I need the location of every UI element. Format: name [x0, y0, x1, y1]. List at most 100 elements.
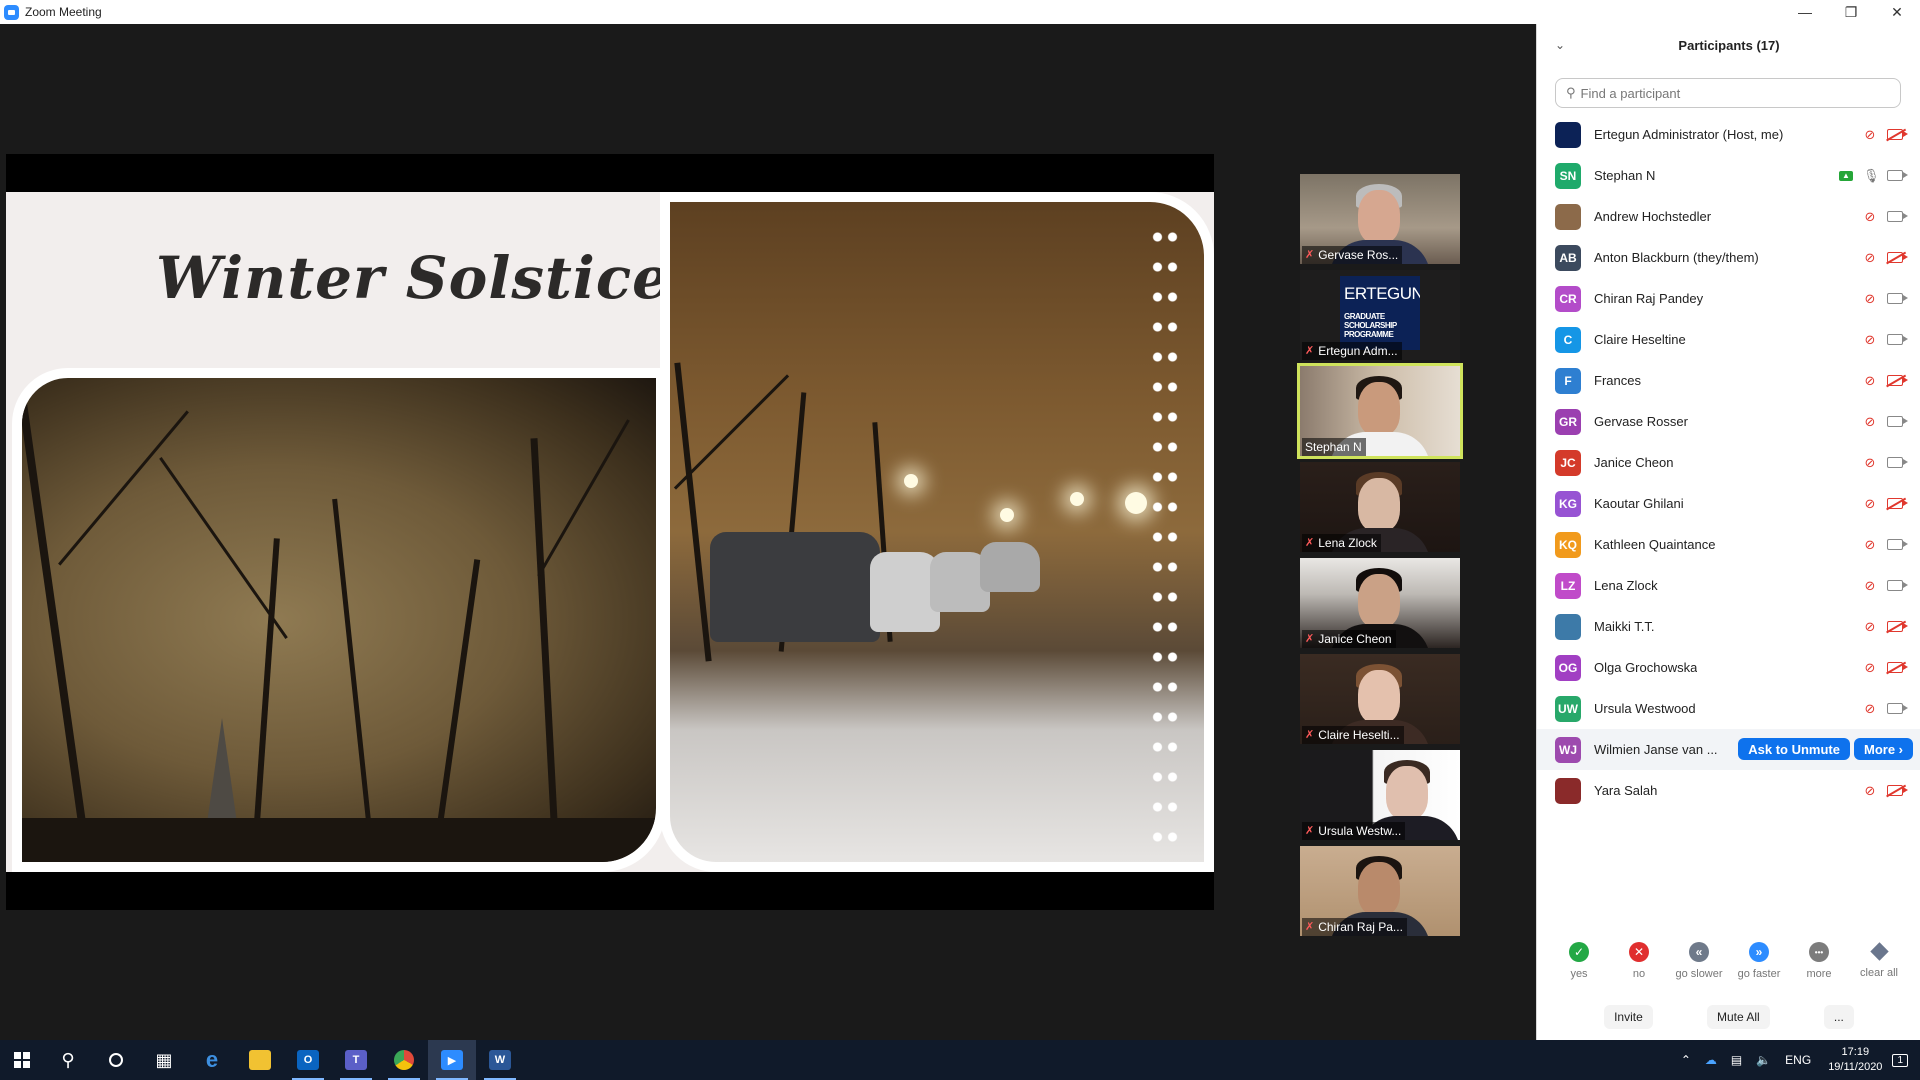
clock[interactable]: 17:19 19/11/2020: [1818, 1045, 1892, 1075]
video-tile[interactable]: ✗ Gervase Ros...: [1300, 174, 1460, 264]
reaction-icon: •••: [1809, 942, 1829, 962]
cortana-icon[interactable]: [92, 1040, 140, 1080]
more-button[interactable]: More ›: [1854, 738, 1913, 760]
muted-mic-icon: ✗: [1305, 249, 1315, 261]
video-camera-icon: [1887, 457, 1908, 468]
chevron-up-icon[interactable]: ⌃: [1674, 1053, 1698, 1067]
participant-name: Janice Cheon: [1594, 455, 1674, 470]
zoom-taskbar-icon[interactable]: ▶: [428, 1040, 476, 1080]
video-tile-name: ✗ Lena Zlock: [1302, 534, 1381, 552]
zoom-window: Zoom Meeting — ❐ ✕ Winter Solstice ✗ Ger…: [0, 0, 1920, 1080]
reaction-yes[interactable]: ✓ yes: [1551, 942, 1607, 1002]
teams-icon[interactable]: T: [332, 1040, 380, 1080]
file-explorer-icon[interactable]: [236, 1040, 284, 1080]
minimize-button[interactable]: —: [1782, 0, 1828, 24]
participant-row[interactable]: Andrew Hochstedler ⊘: [1537, 196, 1920, 237]
video-tile[interactable]: ✗ Lena Zlock: [1300, 462, 1460, 552]
word-icon[interactable]: W: [476, 1040, 524, 1080]
network-icon[interactable]: ▤: [1724, 1053, 1749, 1067]
notification-icon[interactable]: 1: [1892, 1053, 1908, 1067]
avatar: F: [1555, 367, 1581, 394]
ask-to-unmute-button[interactable]: Ask to Unmute: [1738, 738, 1850, 760]
participant-status-icons: ⊘: [1863, 360, 1908, 401]
chevron-down-icon[interactable]: ⌄: [1555, 38, 1565, 52]
microphone-muted-icon: ⊘: [1864, 536, 1876, 552]
participant-row[interactable]: JC Janice Cheon ⊘: [1537, 442, 1920, 483]
more-options-button[interactable]: ...: [1823, 1005, 1854, 1029]
video-off-icon: [1887, 252, 1908, 263]
avatar: WJ: [1555, 736, 1581, 763]
reaction-clear-all[interactable]: clear all: [1851, 942, 1907, 1002]
task-view-icon[interactable]: ▦: [140, 1040, 188, 1080]
microphone-muted-icon: ⊘: [1864, 659, 1876, 675]
screen-share-icon: ▲: [1839, 170, 1853, 181]
participant-row[interactable]: AB Anton Blackburn (they/them) ⊘: [1537, 237, 1920, 278]
participant-name: Frances: [1594, 373, 1641, 388]
reaction-no[interactable]: ✕ no: [1611, 942, 1667, 1002]
participant-status-icons: ⊘: [1863, 196, 1908, 237]
muted-mic-icon: ✗: [1305, 729, 1315, 741]
muted-mic-icon: ✗: [1305, 345, 1315, 357]
search-input[interactable]: [1580, 85, 1881, 101]
participant-name: Kaoutar Ghilani: [1594, 496, 1684, 511]
participant-row[interactable]: KG Kaoutar Ghilani ⊘: [1537, 483, 1920, 524]
participant-row[interactable]: C Claire Heseltine ⊘: [1537, 319, 1920, 360]
search-icon[interactable]: ⚲: [44, 1040, 92, 1080]
participant-row[interactable]: GR Gervase Rosser ⊘: [1537, 401, 1920, 442]
slide-photo-street: [660, 192, 1214, 872]
reaction-go-slower[interactable]: « go slower: [1671, 942, 1727, 1002]
video-camera-icon: [1887, 703, 1908, 714]
participant-row[interactable]: Yara Salah ⊘: [1537, 770, 1920, 811]
video-tile[interactable]: ✗ Chiran Raj Pa...: [1300, 846, 1460, 936]
windows-taskbar: ⚲ ▦ e O T ▶ W ⌃ ☁ ▤ 🔈 ENG 17:19 19/11/20…: [0, 1040, 1920, 1080]
mute-all-button[interactable]: Mute All: [1706, 1005, 1770, 1029]
participants-panel: ⌄ Participants (17) ⚲ Ertegun Administra…: [1536, 24, 1920, 1040]
participant-row[interactable]: Maikki T.T. ⊘: [1537, 606, 1920, 647]
muted-mic-icon: ✗: [1305, 537, 1315, 549]
microphone-muted-icon: ⊘: [1864, 618, 1876, 634]
onedrive-icon[interactable]: ☁: [1698, 1053, 1724, 1067]
reaction-go-faster[interactable]: » go faster: [1731, 942, 1787, 1002]
outlook-icon[interactable]: O: [284, 1040, 332, 1080]
avatar: KG: [1555, 490, 1581, 517]
restore-button[interactable]: ❐: [1828, 0, 1874, 24]
video-camera-icon: [1887, 539, 1908, 550]
panel-header: ⌄ Participants (17): [1537, 24, 1920, 66]
reaction-label: clear all: [1860, 967, 1898, 979]
participant-row[interactable]: OG Olga Grochowska ⊘: [1537, 647, 1920, 688]
participant-name: Ursula Westwood: [1594, 701, 1696, 716]
video-tile[interactable]: ✗ Claire Heselti...: [1300, 654, 1460, 744]
close-button[interactable]: ✕: [1874, 0, 1920, 24]
panel-footer: Invite Mute All ...: [1537, 994, 1920, 1040]
video-off-icon: [1887, 375, 1908, 386]
invite-button[interactable]: Invite: [1604, 1005, 1653, 1029]
edge-browser-icon[interactable]: e: [188, 1040, 236, 1080]
participant-row[interactable]: F Frances ⊘: [1537, 360, 1920, 401]
participant-row[interactable]: KQ Kathleen Quaintance ⊘: [1537, 524, 1920, 565]
video-tile-active-speaker[interactable]: Stephan N: [1297, 363, 1463, 459]
reaction-more[interactable]: ••• more: [1791, 942, 1847, 1002]
windows-start-icon[interactable]: [0, 1040, 44, 1080]
volume-icon[interactable]: 🔈: [1749, 1053, 1778, 1067]
participant-row[interactable]: WJ Wilmien Janse van ... Ask to Unmute More…: [1537, 729, 1920, 770]
video-tile[interactable]: ERTEGUN GRADUATE SCHOLARSHIP PROGRAMME ✗ Er…: [1300, 270, 1460, 360]
video-tile-name: ✗ Gervase Ros...: [1302, 246, 1403, 264]
participant-status-icons: ⊘: [1863, 237, 1908, 278]
participant-row[interactable]: UW Ursula Westwood ⊘: [1537, 688, 1920, 729]
participant-row[interactable]: LZ Lena Zlock ⊘: [1537, 565, 1920, 606]
video-tile[interactable]: ✗ Janice Cheon: [1300, 558, 1460, 648]
participant-status-icons: ⊘: [1863, 442, 1908, 483]
reaction-label: go slower: [1675, 968, 1723, 980]
participant-search: ⚲: [1555, 78, 1901, 108]
screen-share[interactable]: Winter Solstice: [6, 154, 1214, 910]
reaction-label: more: [1806, 968, 1832, 980]
participant-row[interactable]: CR Chiran Raj Pandey ⊘: [1537, 278, 1920, 319]
participant-row[interactable]: SN Stephan N ▲ 🎙: [1537, 155, 1920, 196]
language-indicator[interactable]: ENG: [1778, 1053, 1818, 1067]
nonverbal-feedback-bar: ✓ yes ✕ no « go slower » go faster ••• more clear …: [1537, 942, 1920, 1002]
video-camera-icon: [1887, 170, 1908, 181]
video-tile[interactable]: ✗ Ursula Westw...: [1300, 750, 1460, 840]
chrome-icon[interactable]: [380, 1040, 428, 1080]
participant-row[interactable]: Ertegun Administrator (Host, me) ⊘: [1537, 114, 1920, 155]
participant-name: Anton Blackburn (they/them): [1594, 250, 1759, 265]
